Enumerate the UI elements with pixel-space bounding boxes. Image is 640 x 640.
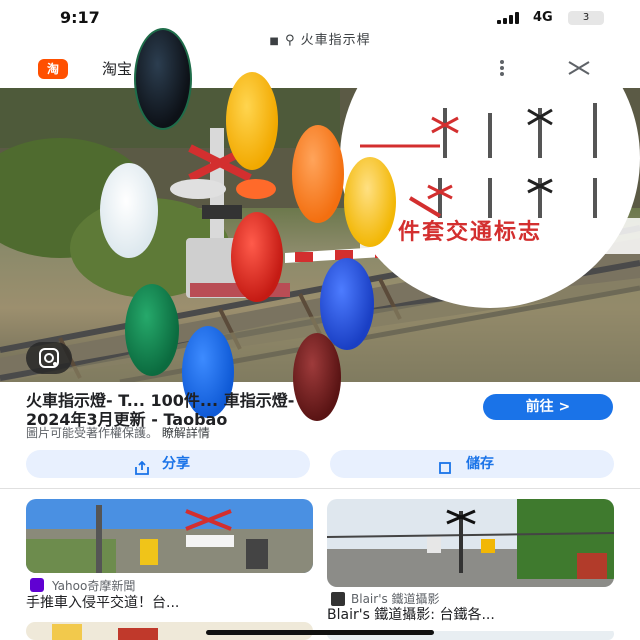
more-vert-icon[interactable] — [494, 58, 510, 78]
overlay-ball-yellow — [226, 72, 278, 170]
site-name[interactable]: 淘宝 — [102, 58, 132, 79]
overlay-ball-yellow-2 — [344, 157, 396, 247]
status-time: 9:17 — [60, 8, 100, 27]
site-header — [0, 50, 640, 89]
home-indicator[interactable] — [206, 630, 434, 635]
banner-text: 件套交通标志 — [398, 220, 543, 245]
search-icon: ⚲ — [284, 33, 296, 48]
yahoo-icon — [30, 578, 44, 592]
related-title-2[interactable]: Blair's 鐵道攝影: 台鐵各... — [327, 604, 495, 624]
overlay-ball-orange — [292, 125, 344, 223]
save-button[interactable]: 儲存 — [330, 450, 614, 478]
overlay-ball-red — [231, 212, 283, 302]
share-label: 分享 — [162, 456, 190, 472]
result-title-line1: 火車指示燈- T... 100件... 車指示燈- — [26, 391, 295, 410]
bookmark-icon — [438, 457, 452, 485]
copyright-text: 圖片可能受著作權保護。 — [26, 426, 159, 440]
related-card-image-2[interactable] — [327, 499, 614, 587]
close-icon[interactable] — [566, 55, 592, 81]
visit-button[interactable]: 前往 > — [483, 394, 613, 420]
overlay-ball-white — [100, 163, 158, 258]
save-label: 儲存 — [466, 456, 494, 472]
share-icon — [134, 457, 150, 485]
divider — [0, 488, 640, 489]
overlay-ball-green — [125, 284, 179, 376]
copyright-notice: 圖片可能受著作權保護。 瞭解詳情 — [26, 424, 210, 441]
network-type: 4G — [533, 10, 553, 25]
related-title-1[interactable]: 手推車入侵平交道！台... — [26, 592, 179, 612]
related-card-image-1[interactable] — [26, 499, 313, 573]
google-lens-icon[interactable] — [26, 342, 72, 374]
address-bar[interactable]: ■ ⚲ 火車指示桿 — [0, 29, 640, 48]
site-logo: 淘 — [38, 59, 68, 79]
lock-icon: ■ — [269, 36, 280, 47]
signal-icon — [497, 12, 523, 24]
share-button[interactable]: 分享 — [26, 450, 310, 478]
overlay-ball-black — [134, 28, 192, 130]
overlay-ball-blue — [320, 258, 374, 350]
battery-icon: 3 — [568, 11, 604, 25]
learn-more-link[interactable]: 瞭解詳情 — [162, 426, 210, 440]
address-text: 火車指示桿 — [300, 33, 371, 48]
